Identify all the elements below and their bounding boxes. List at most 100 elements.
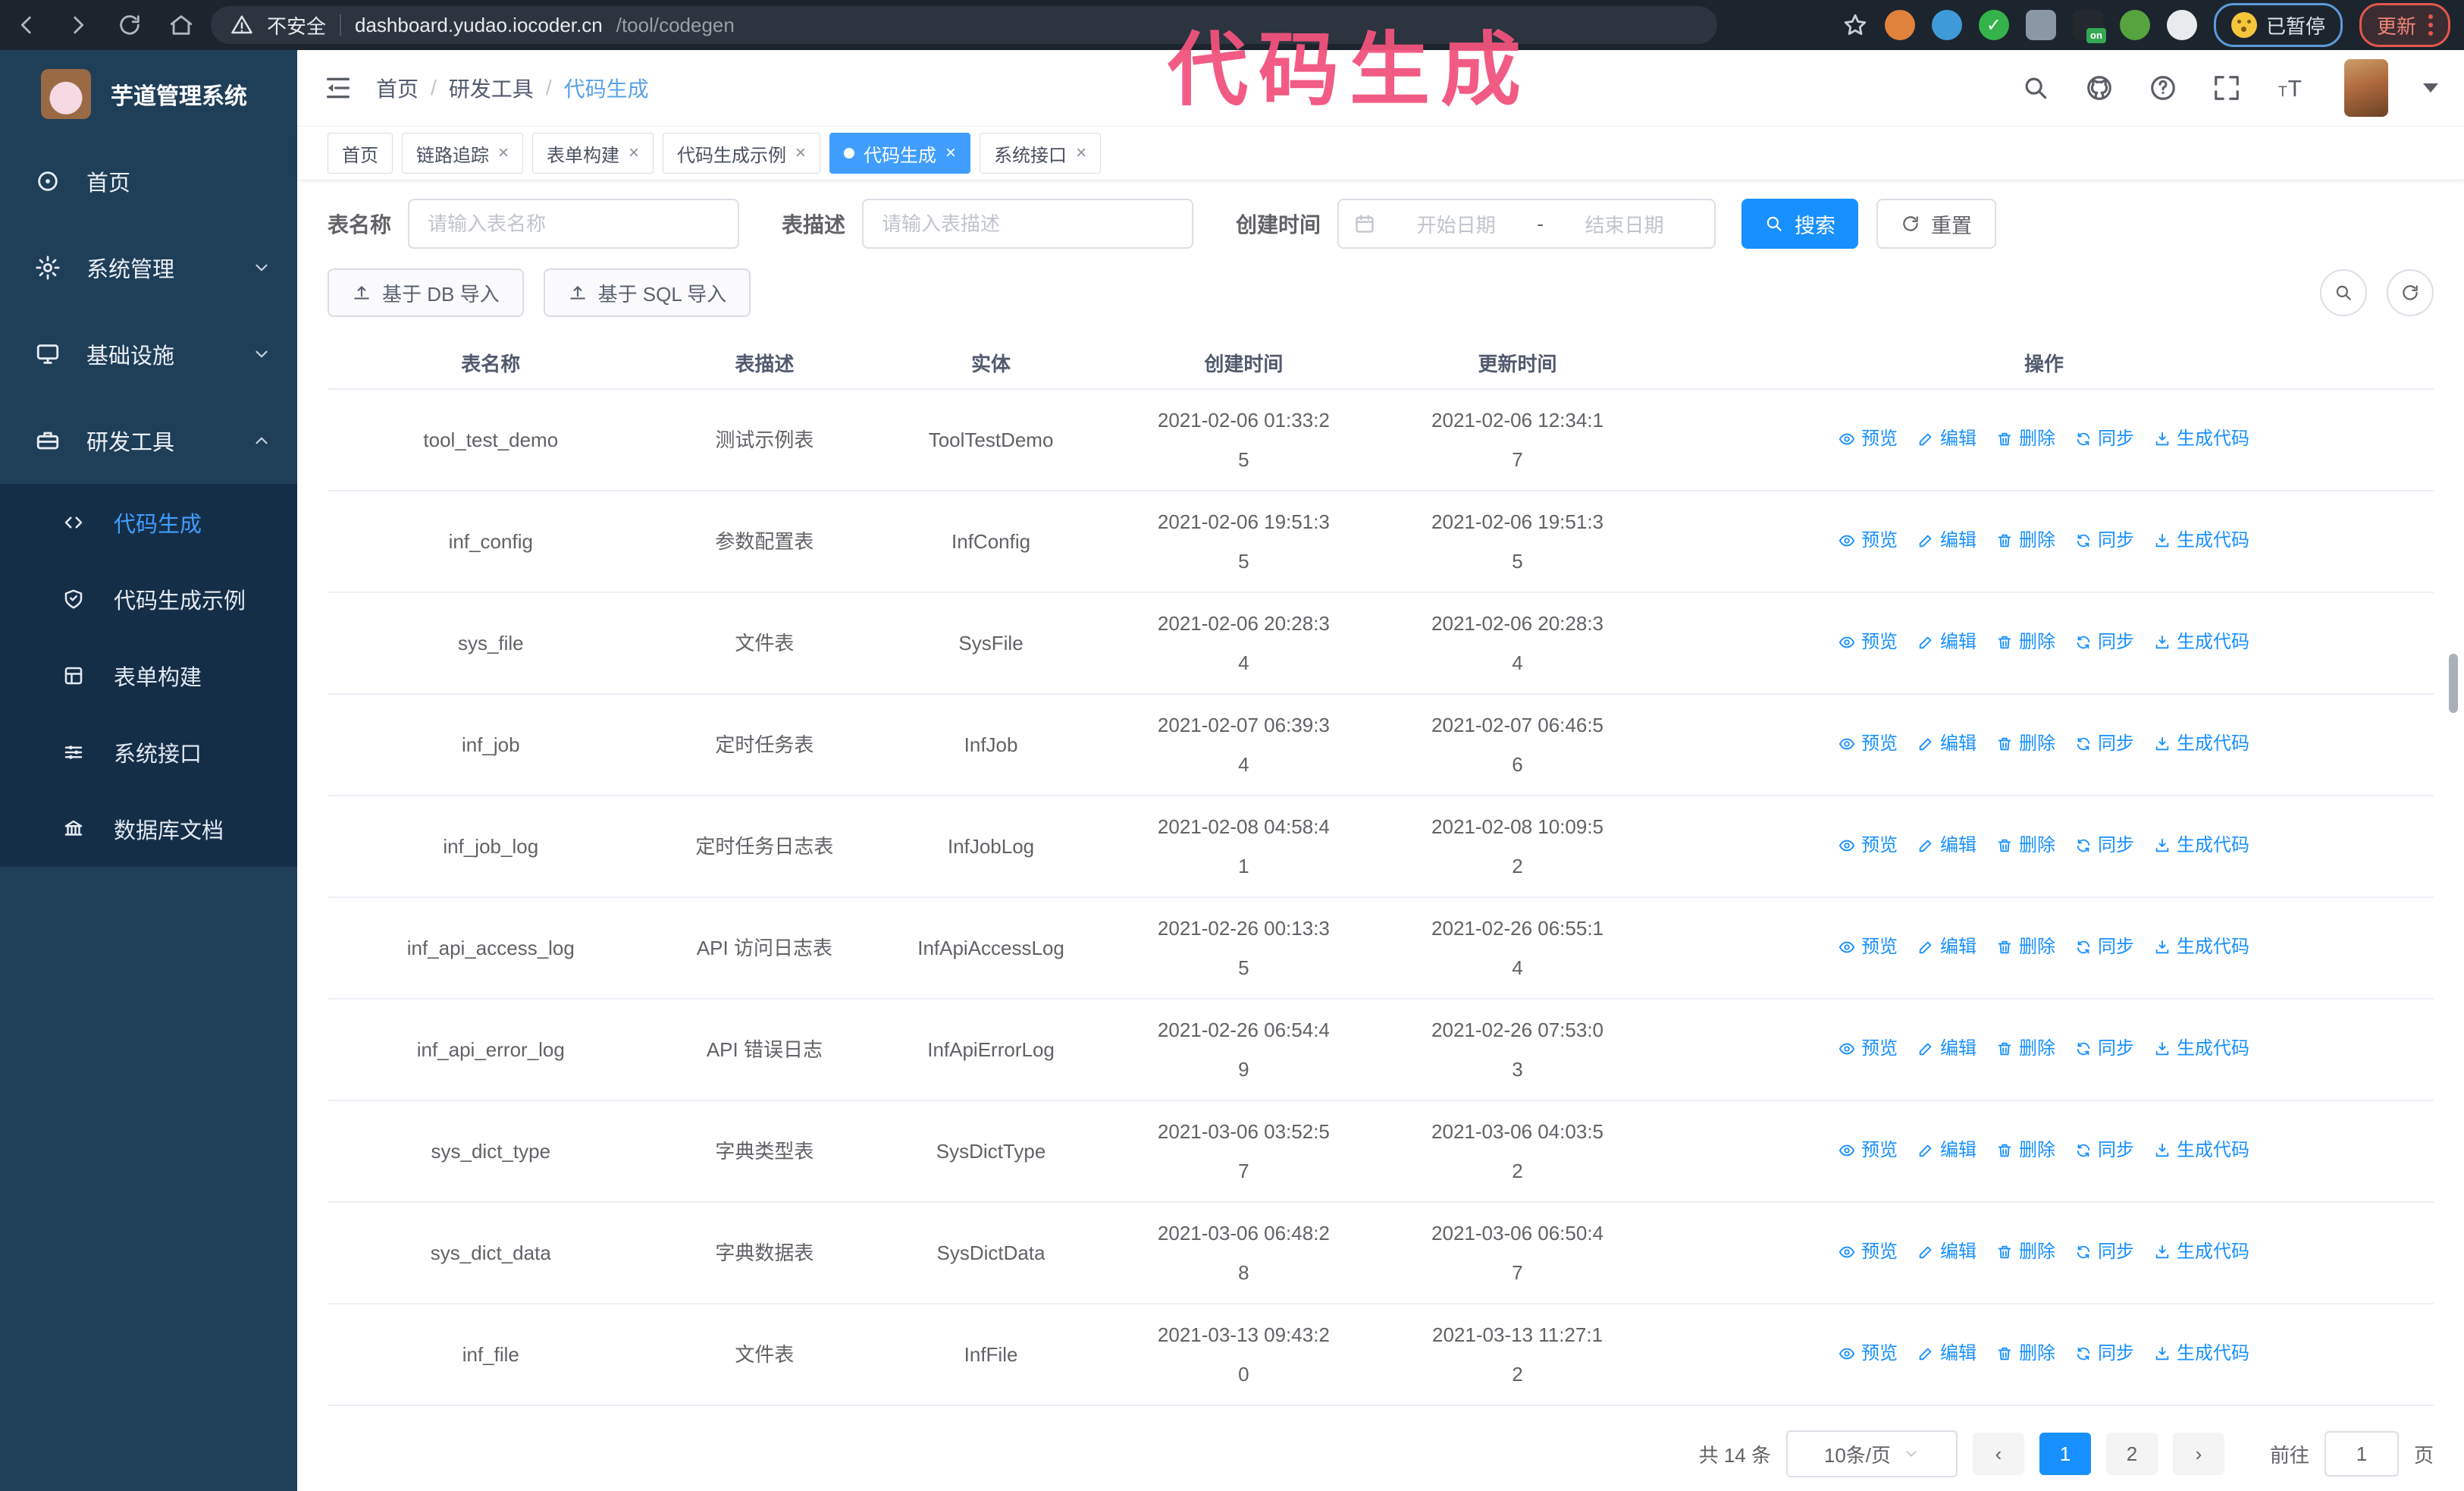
sync-link[interactable]: 同步 [2075, 1235, 2134, 1269]
generate-code-link[interactable]: 生成代码 [2154, 1134, 2249, 1167]
import-sql-button[interactable]: 基于 SQL 导入 [543, 268, 751, 317]
sidebar-item-system[interactable]: 系统管理 [0, 224, 297, 311]
delete-link[interactable]: 删除 [1996, 727, 2055, 761]
edit-link[interactable]: 编辑 [1917, 422, 1977, 456]
tag-trace[interactable]: 链路追踪 × [402, 133, 524, 174]
forward-icon[interactable] [65, 12, 91, 38]
search-button[interactable]: 搜索 [1741, 199, 1859, 249]
sidebar-item-form-builder[interactable]: 表单构建 [0, 637, 297, 714]
sidebar-item-codegen[interactable]: 代码生成 [0, 484, 297, 560]
scrollbar-thumb[interactable] [2449, 654, 2458, 713]
generate-code-link[interactable]: 生成代码 [2154, 524, 2249, 557]
address-bar[interactable]: 不安全 dashboard.yudao.iocoder.cn /tool/cod… [211, 6, 1717, 44]
preview-link[interactable]: 预览 [1839, 727, 1898, 761]
reload-icon[interactable] [117, 12, 143, 38]
extension-icon-1[interactable] [1884, 10, 1915, 40]
preview-link[interactable]: 预览 [1839, 1032, 1898, 1066]
sync-link[interactable]: 同步 [2075, 829, 2134, 862]
import-db-button[interactable]: 基于 DB 导入 [328, 268, 524, 317]
preview-link[interactable]: 预览 [1839, 1337, 1898, 1370]
tag-codegen-example[interactable]: 代码生成示例 × [663, 133, 821, 174]
generate-code-link[interactable]: 生成代码 [2154, 1337, 2249, 1370]
close-icon[interactable]: × [498, 144, 509, 162]
edit-link[interactable]: 编辑 [1917, 626, 1977, 659]
home-nav-icon[interactable] [168, 12, 194, 38]
search-icon[interactable] [2021, 74, 2050, 102]
date-range-picker[interactable]: 开始日期 - 结束日期 [1337, 199, 1716, 249]
extension-icon-5[interactable] [2072, 10, 2106, 43]
delete-link[interactable]: 删除 [1996, 524, 2055, 557]
user-avatar[interactable] [2344, 59, 2388, 117]
edit-link[interactable]: 编辑 [1917, 727, 1977, 761]
generate-code-link[interactable]: 生成代码 [2154, 1032, 2249, 1066]
refresh-table-icon[interactable] [2387, 269, 2434, 316]
delete-link[interactable]: 删除 [1996, 422, 2055, 456]
sync-link[interactable]: 同步 [2075, 422, 2134, 456]
sync-link[interactable]: 同步 [2075, 1134, 2134, 1167]
sync-link[interactable]: 同步 [2075, 626, 2134, 659]
back-icon[interactable] [14, 12, 39, 38]
page-button-1[interactable]: 1 [2039, 1433, 2091, 1475]
breadcrumb-home[interactable]: 首页 [376, 73, 419, 103]
extension-icon-6[interactable] [2119, 10, 2150, 40]
tag-codegen[interactable]: 代码生成 × [829, 133, 971, 174]
preview-link[interactable]: 预览 [1839, 829, 1898, 862]
generate-code-link[interactable]: 生成代码 [2154, 829, 2249, 862]
sidebar-item-db-doc[interactable]: 数据库文档 [0, 790, 297, 867]
update-button[interactable]: 更新 [2359, 3, 2450, 47]
sidebar-item-system-api[interactable]: 系统接口 [0, 714, 297, 790]
generate-code-link[interactable]: 生成代码 [2154, 931, 2249, 964]
delete-link[interactable]: 删除 [1996, 1032, 2055, 1066]
preview-link[interactable]: 预览 [1839, 524, 1898, 557]
fullscreen-icon[interactable] [2212, 74, 2241, 102]
goto-page-input[interactable] [2324, 1431, 2399, 1477]
generate-code-link[interactable]: 生成代码 [2154, 1235, 2249, 1269]
prev-page-button[interactable]: ‹ [1972, 1433, 2024, 1475]
sync-link[interactable]: 同步 [2075, 1337, 2134, 1370]
delete-link[interactable]: 删除 [1996, 931, 2055, 964]
delete-link[interactable]: 删除 [1996, 829, 2055, 862]
close-icon[interactable]: × [629, 144, 639, 162]
generate-code-link[interactable]: 生成代码 [2154, 727, 2249, 761]
preview-link[interactable]: 预览 [1839, 1134, 1898, 1167]
edit-link[interactable]: 编辑 [1917, 931, 1977, 964]
avatar-caret-down-icon[interactable] [2423, 83, 2438, 93]
tag-home[interactable]: 首页 [328, 133, 393, 174]
breadcrumb-devtools[interactable]: 研发工具 [449, 73, 534, 103]
preview-link[interactable]: 预览 [1839, 931, 1898, 964]
edit-link[interactable]: 编辑 [1917, 1337, 1977, 1370]
preview-link[interactable]: 预览 [1839, 1235, 1898, 1269]
end-date-placeholder[interactable]: 结束日期 [1550, 210, 1699, 238]
toggle-search-icon[interactable] [2320, 269, 2367, 316]
edit-link[interactable]: 编辑 [1917, 524, 1977, 557]
github-icon[interactable] [2085, 74, 2114, 102]
edit-link[interactable]: 编辑 [1917, 1032, 1977, 1066]
preview-link[interactable]: 预览 [1839, 626, 1898, 659]
delete-link[interactable]: 删除 [1996, 1134, 2055, 1167]
extension-icon-4[interactable] [2025, 10, 2056, 40]
help-icon[interactable] [2149, 74, 2177, 102]
close-icon[interactable]: × [945, 144, 956, 162]
sync-link[interactable]: 同步 [2075, 931, 2134, 964]
generate-code-link[interactable]: 生成代码 [2154, 626, 2249, 659]
page-size-select[interactable]: 10条/页 [1785, 1430, 1958, 1477]
bookmark-star-icon[interactable] [1842, 12, 1868, 38]
table-desc-input[interactable] [862, 199, 1194, 249]
font-size-icon[interactable]: TT [2276, 74, 2309, 102]
start-date-placeholder[interactable]: 开始日期 [1381, 210, 1531, 238]
sidebar-item-home[interactable]: 首页 [0, 138, 297, 224]
sidebar-item-infra[interactable]: 基础设施 [0, 311, 297, 397]
edit-link[interactable]: 编辑 [1917, 829, 1977, 862]
tag-form-builder[interactable]: 表单构建 × [532, 133, 654, 174]
sync-link[interactable]: 同步 [2075, 524, 2134, 557]
extension-icon-2[interactable] [1931, 10, 1962, 40]
edit-link[interactable]: 编辑 [1917, 1235, 1977, 1269]
delete-link[interactable]: 删除 [1996, 1235, 2055, 1269]
sync-link[interactable]: 同步 [2075, 1032, 2134, 1066]
sidebar-item-devtools[interactable]: 研发工具 [0, 397, 297, 484]
reset-button[interactable]: 重置 [1876, 199, 1997, 249]
close-icon[interactable]: × [1076, 144, 1086, 162]
page-button-2[interactable]: 2 [2105, 1433, 2158, 1475]
sync-link[interactable]: 同步 [2075, 727, 2134, 761]
edit-link[interactable]: 编辑 [1917, 1134, 1977, 1167]
